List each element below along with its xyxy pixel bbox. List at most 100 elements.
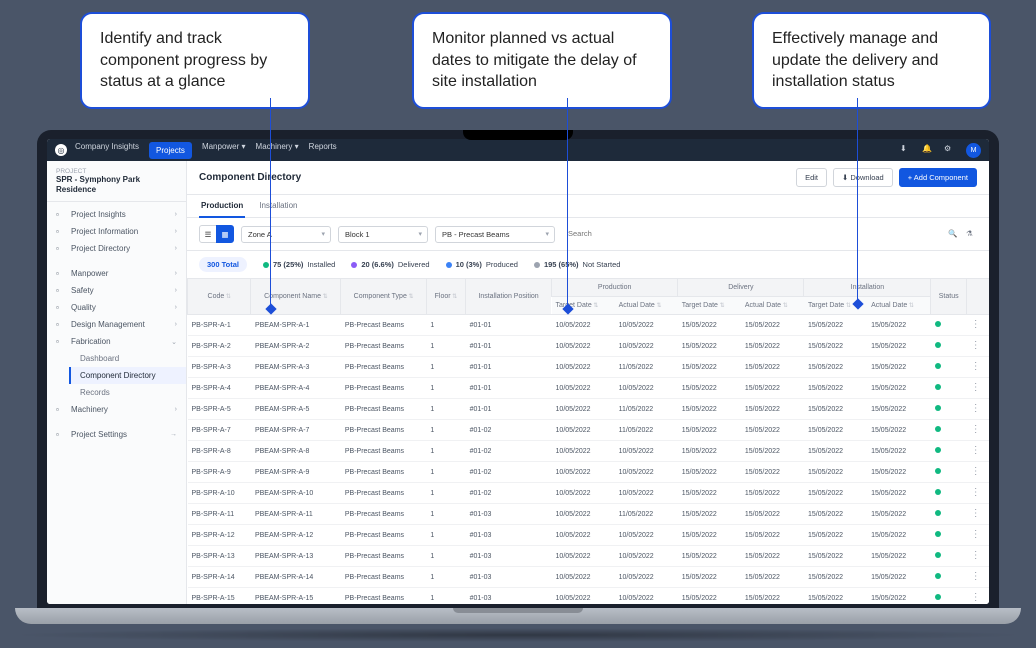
- sidebar-item-project-directory[interactable]: ▫Project Directory›: [47, 240, 186, 257]
- block-select[interactable]: Block 1: [338, 226, 428, 243]
- grid-view-button[interactable]: ▦: [216, 225, 234, 243]
- status-summary: 300 Total 75 (25%) Installed20 (6.6%) De…: [187, 251, 989, 279]
- col-inst-actual[interactable]: Actual Date: [867, 297, 931, 315]
- cell-del-target: 15/05/2022: [678, 588, 741, 605]
- table-row[interactable]: PB-SPR-A-12PBEAM-SPR-A-12PB-Precast Beam…: [188, 525, 990, 546]
- download-button[interactable]: ⬇ Download: [833, 168, 893, 187]
- sidebar-subitem-records[interactable]: Records: [71, 384, 186, 401]
- nav-item-projects[interactable]: Projects: [149, 142, 192, 159]
- nav-item-reports[interactable]: Reports: [309, 142, 337, 159]
- col-del-target[interactable]: Target Date: [678, 297, 741, 315]
- col-status[interactable]: Status: [931, 279, 967, 315]
- row-menu-icon[interactable]: ⋮: [971, 424, 981, 435]
- search-input[interactable]: [562, 226, 941, 242]
- sidebar-item-machinery[interactable]: ▫Machinery›: [47, 401, 186, 418]
- col-pos[interactable]: Installation Position: [466, 279, 552, 315]
- col-prod-actual[interactable]: Actual Date: [615, 297, 678, 315]
- table-row[interactable]: PB-SPR-A-4PBEAM-SPR-A-4PB-Precast Beams1…: [188, 378, 990, 399]
- table-row[interactable]: PB-SPR-A-9PBEAM-SPR-A-9PB-Precast Beams1…: [188, 462, 990, 483]
- zone-select[interactable]: Zone A: [241, 226, 331, 243]
- row-menu-icon[interactable]: ⋮: [971, 550, 981, 561]
- cell-code: PB-SPR-A-9: [188, 462, 251, 483]
- tab-installation[interactable]: Installation: [257, 195, 299, 217]
- table-row[interactable]: PB-SPR-A-7PBEAM-SPR-A-7PB-Precast Beams1…: [188, 420, 990, 441]
- col-del-actual[interactable]: Actual Date: [741, 297, 804, 315]
- table-container[interactable]: Code Component Name Component Type Floor…: [187, 279, 989, 604]
- download-icon[interactable]: ⬇: [900, 144, 912, 156]
- nav-item-manpower[interactable]: Manpower ▾: [202, 142, 246, 159]
- cell-actions: ⋮: [967, 462, 989, 483]
- cell-pos: #01-01: [466, 399, 552, 420]
- row-menu-icon[interactable]: ⋮: [971, 403, 981, 414]
- cell-del-target: 15/05/2022: [678, 357, 741, 378]
- cell-actions: ⋮: [967, 504, 989, 525]
- row-menu-icon[interactable]: ⋮: [971, 508, 981, 519]
- row-menu-icon[interactable]: ⋮: [971, 445, 981, 456]
- table-row[interactable]: PB-SPR-A-10PBEAM-SPR-A-10PB-Precast Beam…: [188, 483, 990, 504]
- cell-floor: 1: [426, 378, 465, 399]
- col-code[interactable]: Code: [188, 279, 251, 315]
- table-row[interactable]: PB-SPR-A-1PBEAM-SPR-A-1PB-Precast Beams1…: [188, 315, 990, 336]
- col-floor[interactable]: Floor: [426, 279, 465, 315]
- sidebar-item-quality[interactable]: ▫Quality›: [47, 299, 186, 316]
- cell-del-target: 15/05/2022: [678, 315, 741, 336]
- edit-button[interactable]: Edit: [796, 168, 827, 187]
- table-row[interactable]: PB-SPR-A-11PBEAM-SPR-A-11PB-Precast Beam…: [188, 504, 990, 525]
- cell-prod-target: 10/05/2022: [552, 504, 615, 525]
- total-count: 300: [207, 260, 220, 269]
- row-menu-icon[interactable]: ⋮: [971, 361, 981, 372]
- cell-actions: ⋮: [967, 399, 989, 420]
- col-type[interactable]: Component Type: [341, 279, 426, 315]
- sidebar-item-project-settings[interactable]: ▫Project Settings→: [47, 426, 186, 443]
- sidebar-item-project-information[interactable]: ▫Project Information›: [47, 223, 186, 240]
- sidebar-item-project-insights[interactable]: ▫Project Insights›: [47, 206, 186, 223]
- bell-icon[interactable]: 🔔: [922, 144, 934, 156]
- tab-production[interactable]: Production: [199, 195, 245, 218]
- row-menu-icon[interactable]: ⋮: [971, 487, 981, 498]
- row-menu-icon[interactable]: ⋮: [971, 382, 981, 393]
- nav-item-company-insights[interactable]: Company Insights: [75, 142, 139, 159]
- col-name[interactable]: Component Name: [251, 279, 341, 315]
- table-row[interactable]: PB-SPR-A-2PBEAM-SPR-A-2PB-Precast Beams1…: [188, 336, 990, 357]
- table-row[interactable]: PB-SPR-A-8PBEAM-SPR-A-8PB-Precast Beams1…: [188, 441, 990, 462]
- row-menu-icon[interactable]: ⋮: [971, 466, 981, 477]
- list-view-button[interactable]: ☰: [199, 225, 217, 243]
- nav-item-machinery[interactable]: Machinery ▾: [256, 142, 299, 159]
- cell-status: [931, 399, 967, 420]
- table-row[interactable]: PB-SPR-A-3PBEAM-SPR-A-3PB-Precast Beams1…: [188, 357, 990, 378]
- cell-del-actual: 15/05/2022: [741, 567, 804, 588]
- sidebar-item-design-management[interactable]: ▫Design Management›: [47, 316, 186, 333]
- row-menu-icon[interactable]: ⋮: [971, 571, 981, 582]
- avatar[interactable]: M: [966, 143, 981, 158]
- cell-inst-actual: 15/05/2022: [867, 378, 931, 399]
- row-menu-icon[interactable]: ⋮: [971, 592, 981, 603]
- table-row[interactable]: PB-SPR-A-15PBEAM-SPR-A-15PB-Precast Beam…: [188, 588, 990, 605]
- sidebar-item-fabrication[interactable]: ▫Fabrication⌄: [47, 333, 186, 350]
- type-select[interactable]: PB - Precast Beams: [435, 226, 555, 243]
- status-dot-icon: [351, 262, 357, 268]
- cell-status: [931, 525, 967, 546]
- add-component-button[interactable]: + Add Component: [899, 168, 977, 187]
- project-header[interactable]: PROJECT SPR - Symphony Park Residence: [47, 161, 186, 202]
- table-row[interactable]: PB-SPR-A-13PBEAM-SPR-A-13PB-Precast Beam…: [188, 546, 990, 567]
- sidebar-subitem-dashboard[interactable]: Dashboard: [71, 350, 186, 367]
- col-prod-target[interactable]: Target Date: [552, 297, 615, 315]
- search-icon[interactable]: 🔍: [948, 229, 959, 240]
- cell-status: [931, 441, 967, 462]
- sidebar-subitem-component-directory[interactable]: Component Directory: [69, 367, 186, 384]
- row-menu-icon[interactable]: ⋮: [971, 340, 981, 351]
- row-menu-icon[interactable]: ⋮: [971, 529, 981, 540]
- sidebar-item-manpower[interactable]: ▫Manpower›: [47, 265, 186, 282]
- cell-del-target: 15/05/2022: [678, 399, 741, 420]
- table-row[interactable]: PB-SPR-A-5PBEAM-SPR-A-5PB-Precast Beams1…: [188, 399, 990, 420]
- table-row[interactable]: PB-SPR-A-14PBEAM-SPR-A-14PB-Precast Beam…: [188, 567, 990, 588]
- cell-prod-actual: 10/05/2022: [615, 315, 678, 336]
- stat-label: Delivered: [398, 260, 430, 269]
- sidebar-item-safety[interactable]: ▫Safety›: [47, 282, 186, 299]
- filter-icon[interactable]: ⚗: [966, 229, 977, 240]
- cell-status: [931, 378, 967, 399]
- row-menu-icon[interactable]: ⋮: [971, 319, 981, 330]
- gear-icon[interactable]: ⚙: [944, 144, 956, 156]
- app-logo-icon[interactable]: ◎: [55, 144, 67, 156]
- cell-name: PBEAM-SPR-A-10: [251, 483, 341, 504]
